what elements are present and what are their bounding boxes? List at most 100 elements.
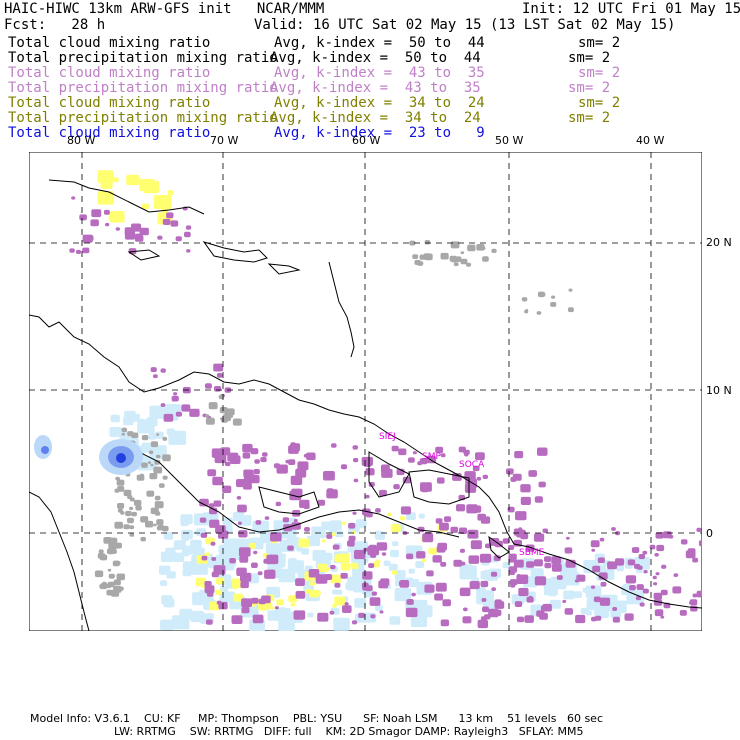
cloud-cell bbox=[229, 455, 241, 464]
cloud-cell bbox=[660, 615, 665, 619]
cloud-cell bbox=[199, 517, 207, 523]
cloud-cell bbox=[321, 539, 326, 543]
cloud-cell bbox=[450, 241, 460, 249]
cloud-cell bbox=[329, 610, 335, 615]
cloud-cell bbox=[563, 590, 575, 600]
cloud-cell bbox=[114, 521, 123, 529]
cloud-cell bbox=[115, 476, 120, 481]
cloud-cell bbox=[146, 490, 155, 497]
cloud-cell bbox=[562, 599, 567, 603]
cloud-cell bbox=[241, 598, 252, 608]
cloud-cell bbox=[107, 568, 112, 572]
cloud-cell bbox=[661, 564, 667, 569]
cloud-cell bbox=[153, 374, 158, 379]
cloud-cell bbox=[502, 538, 510, 544]
lat-label: 20 N bbox=[706, 236, 732, 249]
cloud-cell bbox=[692, 593, 698, 598]
cloud-cell bbox=[542, 603, 552, 612]
legend-sm: sm= 2 bbox=[568, 110, 611, 126]
cloud-cell bbox=[390, 549, 399, 558]
cloud-cell bbox=[624, 613, 634, 621]
cloud-cell bbox=[175, 411, 182, 417]
cloud-cell bbox=[696, 527, 702, 532]
cloud-cell bbox=[536, 311, 542, 315]
cloud-cell bbox=[324, 574, 333, 580]
cloud-cell bbox=[444, 516, 452, 522]
cloud-cell bbox=[460, 561, 466, 566]
cloud-cell bbox=[238, 530, 248, 538]
cloud-cell bbox=[340, 464, 348, 470]
cloud-cell bbox=[149, 473, 158, 480]
cloud-cell bbox=[163, 413, 174, 422]
lon-label: 80 W bbox=[67, 134, 96, 147]
cloud-cell bbox=[334, 596, 346, 606]
cloud-cell bbox=[539, 292, 546, 297]
cloud-cell bbox=[290, 443, 301, 452]
cloud-cell bbox=[520, 513, 527, 519]
cloud-cell bbox=[654, 609, 664, 617]
cloud-cell bbox=[625, 575, 637, 584]
cloud-cell bbox=[432, 555, 442, 563]
cloud-cell bbox=[365, 494, 370, 499]
legend-field: Total precipitation mixing ratio bbox=[8, 50, 278, 66]
map-title: HAIC-HIWC 13km ARW-GFS init NCAR/MMM bbox=[4, 1, 325, 17]
cloud-cell bbox=[508, 557, 515, 563]
cloud-cell bbox=[94, 570, 104, 578]
cloud-cell bbox=[542, 528, 549, 533]
legend-sm: sm= 2 bbox=[578, 65, 621, 81]
cloud-cell bbox=[642, 588, 649, 594]
cloud-cell bbox=[352, 511, 357, 515]
cloud-cell bbox=[600, 581, 607, 587]
cloud-cell bbox=[236, 496, 242, 500]
cloud-cell bbox=[334, 554, 345, 563]
cloud-cell bbox=[627, 559, 636, 566]
cloud-cell bbox=[160, 580, 168, 586]
cloud-cell bbox=[141, 462, 148, 468]
cloud-cell bbox=[212, 476, 223, 486]
cloud-cell bbox=[278, 568, 296, 583]
cloud-cell bbox=[370, 614, 376, 619]
cloud-cell bbox=[211, 557, 217, 561]
cloud-cell bbox=[97, 553, 106, 559]
legend-field: Total cloud mixing ratio bbox=[8, 35, 211, 51]
cloud-cell bbox=[406, 599, 414, 605]
cloud-cell bbox=[616, 565, 624, 572]
cloud-cell bbox=[424, 253, 433, 261]
cloud-cell bbox=[566, 536, 570, 540]
cloud-cell bbox=[463, 607, 468, 612]
cloud-cell bbox=[597, 557, 605, 564]
cloud-cell bbox=[129, 525, 135, 530]
cloud-cell bbox=[582, 587, 590, 593]
cloud-cell bbox=[354, 598, 367, 608]
cloud-cell bbox=[679, 610, 687, 616]
cloud-cell bbox=[183, 566, 190, 572]
cloud-cell bbox=[108, 545, 116, 552]
cloud-cell bbox=[392, 541, 399, 547]
cloud-cell bbox=[158, 483, 165, 488]
cloud-cell bbox=[185, 225, 192, 230]
cloud-cell bbox=[534, 559, 543, 567]
cloud-cell bbox=[524, 310, 529, 314]
cloud-cell bbox=[611, 600, 627, 613]
cloud-cell bbox=[459, 548, 465, 553]
cloud-cell bbox=[127, 517, 134, 524]
cloud-cell bbox=[672, 586, 682, 594]
cloud-cell bbox=[556, 575, 563, 580]
cloud-cell bbox=[518, 527, 522, 531]
cloud-cell bbox=[591, 548, 596, 552]
cloud-cell bbox=[154, 495, 161, 501]
cloud-cell bbox=[391, 445, 399, 452]
cloud-cell bbox=[107, 581, 115, 588]
cloud-cell bbox=[299, 499, 310, 508]
cloud-cell bbox=[469, 581, 480, 590]
cloud-cell bbox=[631, 547, 640, 553]
cloud-cell bbox=[79, 214, 87, 221]
cloud-cell bbox=[91, 209, 102, 218]
cloud-cell bbox=[205, 383, 212, 389]
cloud-cell bbox=[90, 219, 99, 227]
cloud-cell bbox=[171, 395, 179, 402]
cloud-cell bbox=[351, 530, 356, 534]
cloud-cell bbox=[264, 516, 270, 520]
cloud-cell bbox=[599, 597, 611, 606]
cloud-cell bbox=[351, 620, 358, 625]
